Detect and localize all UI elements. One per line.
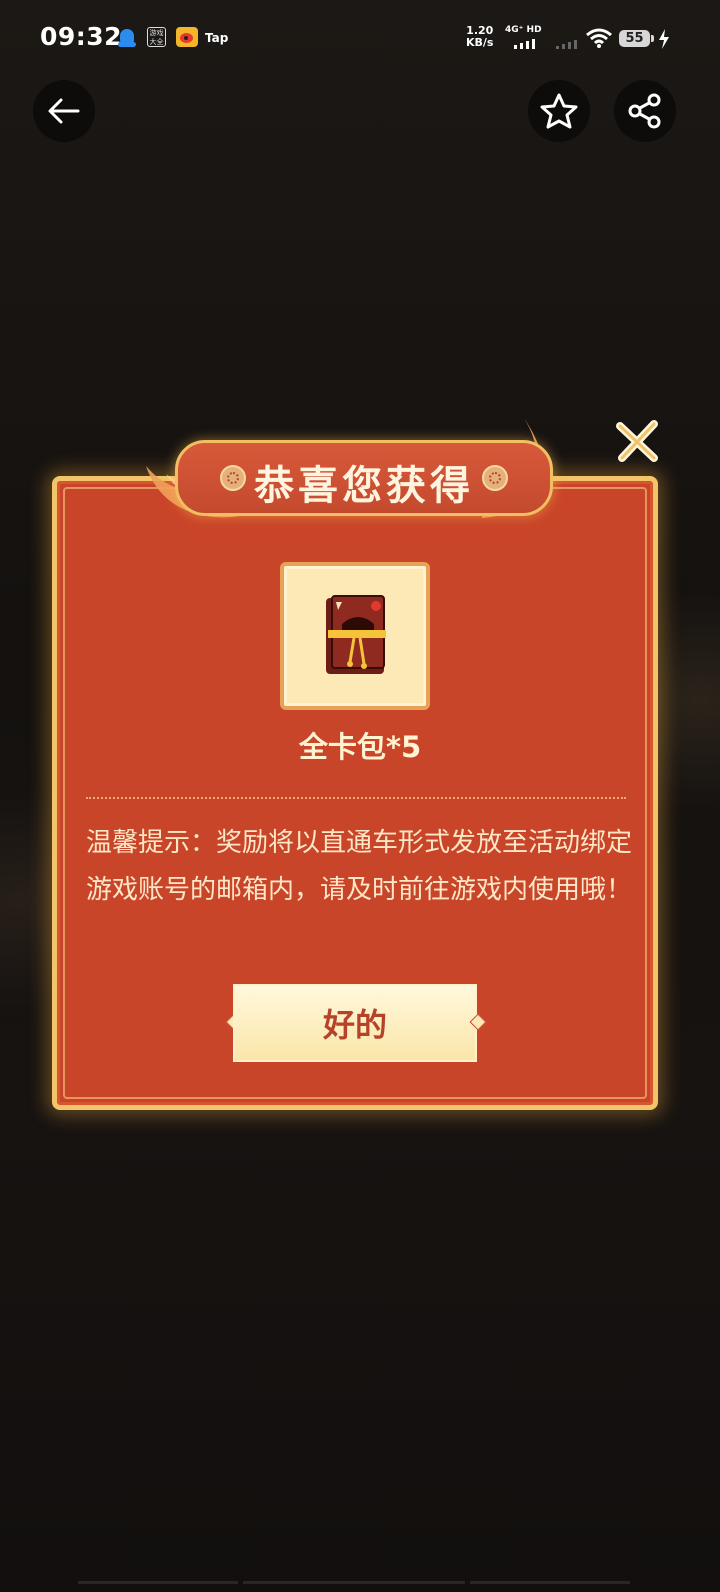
back-button[interactable] <box>33 80 95 142</box>
confirm-button-label: 好的 <box>322 1006 387 1044</box>
dotted-divider <box>86 797 626 799</box>
right-medal-icon <box>482 465 508 491</box>
back-arrow-icon <box>48 98 80 124</box>
taptap-icon: Tap <box>205 31 229 45</box>
status-bar: 09:32 游戏 大全 Tap 1.20 KB/s 4G⁺ HD 55 <box>0 0 720 78</box>
tip-text: 温馨提示：奖励将以直通车形式发放至活动绑定游戏账号的邮箱内，请及时前往游戏内使用… <box>86 828 633 905</box>
qq-icon <box>118 27 136 49</box>
charging-icon <box>659 29 669 49</box>
share-button[interactable] <box>614 80 676 142</box>
close-icon[interactable] <box>614 418 660 464</box>
battery-tip <box>651 35 654 42</box>
card-pack-icon <box>326 595 386 674</box>
signal-2-icon <box>556 39 580 49</box>
net-speed-unit: KB/s <box>466 36 494 49</box>
reward-item-name: 全卡包*5 <box>298 730 422 764</box>
game-center-label-bottom: 大全 <box>149 38 164 46</box>
status-time: 09:32 <box>40 22 123 51</box>
star-icon <box>540 93 578 129</box>
confirm-button[interactable]: 好的 <box>233 984 477 1062</box>
favorite-button[interactable] <box>528 80 590 142</box>
signal-icon <box>514 39 540 49</box>
weibo-icon <box>176 27 198 47</box>
bottom-tab-divider <box>78 1581 238 1584</box>
bottom-tab-divider <box>243 1581 465 1584</box>
game-center-label-top: 游戏 <box>149 29 164 37</box>
net-speed: 1.20 KB/s <box>466 25 493 49</box>
network-type: 4G⁺ HD <box>505 25 542 35</box>
battery-icon: 55 <box>619 30 650 47</box>
reward-item-frame <box>280 562 430 710</box>
title-banner: 恭喜您获得 <box>175 440 553 516</box>
bottom-tab-divider <box>470 1581 630 1584</box>
wifi-icon <box>586 28 612 48</box>
share-icon <box>628 93 661 129</box>
game-center-icon: 游戏 大全 <box>147 27 166 47</box>
